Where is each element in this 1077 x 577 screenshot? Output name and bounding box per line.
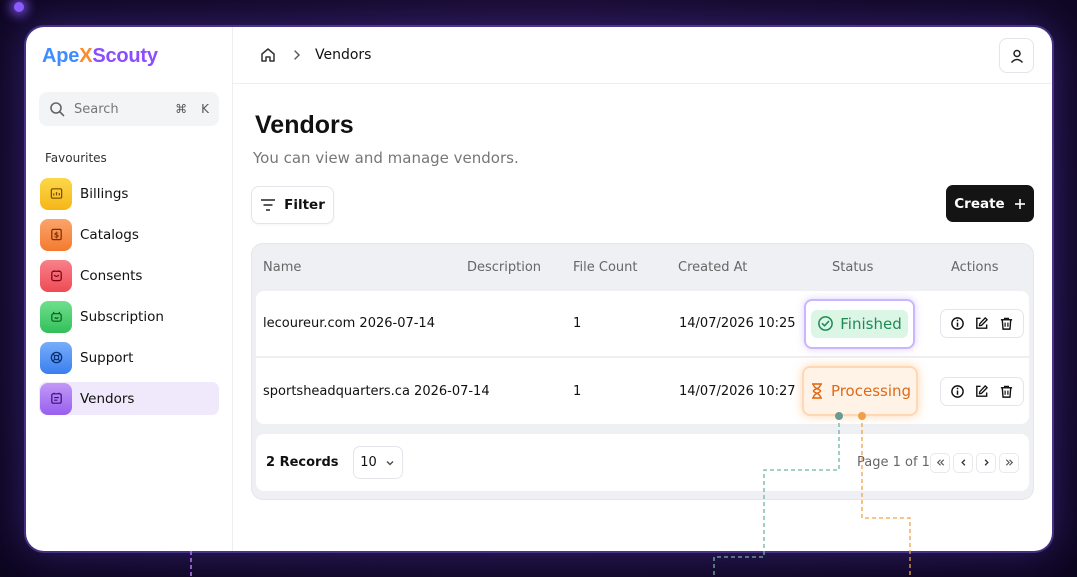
filter-icon (261, 199, 276, 211)
chevrons-left-icon (936, 459, 944, 466)
column-header-name[interactable]: Name (263, 260, 301, 275)
vendors-table: Name Description File Count Created At S… (251, 243, 1034, 500)
breadcrumb: Vendors (233, 27, 1052, 84)
app-logo[interactable]: Ape X Scouty (39, 27, 219, 85)
home-icon[interactable] (259, 46, 277, 64)
table-row[interactable]: lecoureur.com 2026-07-14 1 14/07/2026 10… (256, 291, 1029, 357)
cell-name: sportsheadquarters.ca 2026-07-14 (263, 383, 490, 399)
hourglass-icon (811, 383, 822, 399)
shortcut-key: K (201, 102, 209, 116)
user-menu-button[interactable] (999, 38, 1034, 73)
column-header-file-count[interactable]: File Count (573, 260, 638, 275)
column-header-actions: Actions (951, 259, 999, 275)
search-shortcut: ⌘ K (175, 102, 209, 116)
search-placeholder: Search (74, 101, 119, 117)
chevron-left-icon (960, 459, 965, 466)
column-header-created-at[interactable]: Created At (678, 260, 747, 275)
sidebar-item-consents[interactable]: Consents (39, 259, 219, 292)
first-page-button[interactable] (930, 452, 950, 473)
breadcrumb-current[interactable]: Vendors (315, 47, 371, 63)
trash-icon[interactable] (999, 316, 1014, 331)
check-circle-icon (818, 316, 834, 331)
sidebar-item-label: Support (80, 349, 134, 366)
table-row[interactable]: sportsheadquarters.ca 2026-07-14 1 14/07… (256, 358, 1029, 424)
sidebar-item-vendors[interactable]: Vendors (39, 382, 219, 415)
pagination (930, 452, 1019, 473)
table-header: Name Description File Count Created At S… (252, 244, 1033, 290)
sidebar: Ape X Scouty Search ⌘ K Favourites Billing… (26, 27, 233, 551)
page-info: Page 1 of 1 (857, 455, 930, 470)
filter-label: Filter (284, 197, 325, 213)
sidebar-item-label: Billings (80, 185, 129, 202)
column-header-status[interactable]: Status (832, 260, 873, 275)
info-icon[interactable] (950, 384, 965, 399)
cell-created-at: 14/07/2026 10:27 (679, 383, 796, 399)
sidebar-item-support[interactable]: Support (39, 341, 219, 374)
status-badge: Processing (802, 366, 918, 416)
row-actions (940, 309, 1024, 338)
info-icon[interactable] (950, 316, 965, 331)
page-size-select[interactable]: 10 (352, 446, 403, 479)
chevron-right-icon (294, 50, 300, 60)
status-text: Processing (830, 382, 912, 400)
background-glow-dot (14, 2, 24, 12)
status-badge: Finished (804, 298, 915, 349)
command-key-icon: ⌘ (175, 102, 188, 116)
vendors-icon (40, 382, 72, 415)
sidebar-item-label: Subscription (80, 308, 164, 325)
user-icon (1010, 49, 1023, 63)
support-icon (40, 341, 72, 374)
sidebar-item-subscription[interactable]: Subscription (39, 300, 219, 333)
chevrons-right-icon (1005, 459, 1013, 466)
trash-icon[interactable] (999, 384, 1014, 399)
subscription-icon (40, 300, 72, 333)
logo-text-ape: Ape (42, 44, 80, 67)
sidebar-item-billings[interactable]: Billings (39, 177, 219, 210)
main-content: Vendors Vendors You can view and manage … (233, 27, 1052, 551)
favourites-label: Favourites (45, 151, 107, 165)
page-subtitle: You can view and manage vendors. (253, 149, 519, 167)
catalog-icon: $ (40, 218, 72, 251)
sidebar-nav: Billings $ Catalogs Consents Subscriptio… (39, 177, 219, 415)
row-actions (940, 376, 1024, 406)
filter-button[interactable]: Filter (251, 186, 334, 224)
svg-text:$: $ (53, 230, 58, 239)
records-count: 2 Records (266, 455, 339, 470)
plus-icon (1014, 198, 1025, 209)
edit-icon[interactable] (974, 316, 989, 331)
consent-icon (40, 259, 72, 292)
page-title: Vendors (255, 111, 354, 139)
cell-file-count: 1 (573, 383, 582, 399)
chevron-down-icon (386, 460, 394, 465)
last-page-button[interactable] (999, 452, 1019, 473)
chevron-right-icon (984, 459, 989, 466)
create-label: Create (954, 195, 1005, 212)
status-text: Finished (840, 314, 902, 333)
prev-page-button[interactable] (953, 452, 973, 473)
sidebar-item-label: Consents (80, 267, 143, 284)
cell-file-count: 1 (573, 316, 582, 331)
app-window: Ape X Scouty Search ⌘ K Favourites Billing… (26, 27, 1052, 551)
table-footer: 2 Records 10 Page 1 of 1 (256, 434, 1029, 491)
logo-text-scouty: Scouty (92, 44, 158, 67)
sidebar-item-label: Catalogs (80, 226, 139, 243)
column-header-description[interactable]: Description (467, 260, 541, 275)
page-size-value: 10 (360, 455, 377, 470)
search-icon (49, 101, 65, 117)
logo-text-x: X (79, 44, 93, 67)
sidebar-item-catalogs[interactable]: $ Catalogs (39, 218, 219, 251)
next-page-button[interactable] (976, 452, 996, 473)
billing-icon (40, 177, 72, 210)
cell-created-at: 14/07/2026 10:25 (679, 316, 796, 331)
search-input[interactable]: Search ⌘ K (39, 92, 219, 126)
sidebar-item-label: Vendors (80, 390, 135, 407)
cell-name: lecoureur.com 2026-07-14 (263, 316, 435, 331)
create-button[interactable]: Create (946, 185, 1034, 222)
edit-icon[interactable] (974, 384, 989, 399)
